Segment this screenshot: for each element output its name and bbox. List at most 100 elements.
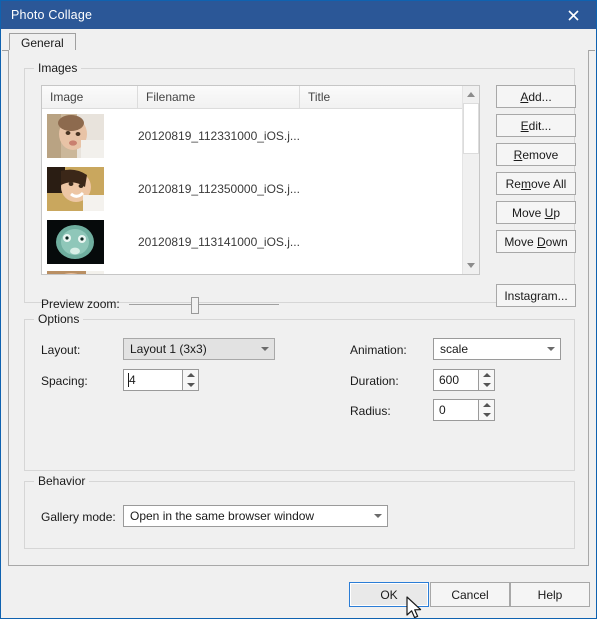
radius-stepper[interactable]: 0 bbox=[433, 399, 495, 421]
close-icon bbox=[567, 9, 579, 21]
help-button[interactable]: Help bbox=[510, 582, 590, 607]
scrollbar-thumb[interactable] bbox=[463, 103, 479, 154]
move-down-button-label: Move Down bbox=[504, 234, 568, 249]
gallery-mode-label: Gallery mode: bbox=[41, 510, 116, 524]
add-button-label: Add... bbox=[520, 89, 552, 104]
instagram-button[interactable]: Instagram... bbox=[496, 284, 576, 307]
help-button-label: Help bbox=[537, 587, 563, 602]
text-caret bbox=[128, 373, 129, 387]
radius-decrement-button[interactable] bbox=[479, 410, 494, 420]
add-button[interactable]: Add... bbox=[496, 85, 576, 108]
radius-increment-button[interactable] bbox=[479, 400, 494, 410]
spacing-spin-buttons[interactable] bbox=[182, 369, 199, 391]
row-thumbnail-cell bbox=[42, 219, 138, 264]
duration-increment-button[interactable] bbox=[479, 370, 494, 380]
gallery-mode-select[interactable]: Open in the same browser window bbox=[123, 505, 388, 527]
preview-zoom-slider[interactable] bbox=[129, 295, 279, 315]
images-group-title: Images bbox=[34, 61, 82, 75]
gallery-mode-select-value: Open in the same browser window bbox=[130, 509, 315, 523]
duration-stepper[interactable]: 600 bbox=[433, 369, 495, 391]
spin-down-arrow-icon bbox=[482, 383, 491, 387]
window-title: Photo Collage bbox=[11, 8, 93, 22]
spacing-label: Spacing: bbox=[41, 374, 88, 388]
animation-select-value: scale bbox=[440, 342, 469, 356]
duration-input[interactable]: 600 bbox=[433, 369, 478, 391]
column-header-title[interactable]: Title bbox=[300, 86, 479, 108]
scroll-down-button[interactable] bbox=[463, 257, 479, 274]
spin-up-arrow-icon bbox=[482, 373, 491, 377]
spin-down-arrow-icon bbox=[482, 413, 491, 417]
scroll-down-arrow-icon bbox=[467, 263, 475, 268]
animation-select[interactable]: scale bbox=[433, 338, 561, 360]
remove-all-button[interactable]: Remove All bbox=[496, 172, 576, 195]
row-thumbnail-cell bbox=[42, 113, 138, 158]
row-filename: 20120819_112350000_iOS.j... bbox=[138, 181, 300, 196]
tab-general-label: General bbox=[21, 35, 64, 50]
table-row[interactable]: 20120819_112350000_iOS.j... bbox=[42, 162, 479, 215]
spin-down-arrow-icon bbox=[186, 383, 195, 387]
radius-spin-buttons[interactable] bbox=[478, 399, 495, 421]
column-header-image[interactable]: Image bbox=[42, 86, 138, 108]
slider-track bbox=[129, 304, 279, 305]
remove-button-label: Remove bbox=[513, 147, 559, 162]
spacing-input[interactable]: 4 bbox=[123, 369, 182, 391]
layout-select[interactable]: Layout 1 (3x3) bbox=[123, 338, 275, 360]
titlebar: Photo Collage bbox=[1, 1, 596, 29]
chevron-down-icon bbox=[542, 347, 560, 351]
edit-button[interactable]: Edit... bbox=[496, 114, 576, 137]
row-thumbnail-cell bbox=[42, 271, 138, 274]
animation-label: Animation: bbox=[350, 343, 407, 357]
layout-select-value: Layout 1 (3x3) bbox=[130, 342, 207, 356]
duration-label: Duration: bbox=[350, 374, 399, 388]
scroll-up-arrow-icon bbox=[467, 92, 475, 97]
baby-portrait-thumbnail bbox=[47, 113, 104, 158]
radius-label: Radius: bbox=[350, 404, 391, 418]
scroll-up-button[interactable] bbox=[463, 86, 479, 103]
behavior-group-title: Behavior bbox=[34, 474, 90, 488]
ok-button-label: OK bbox=[380, 587, 398, 602]
move-up-button-label: Move Up bbox=[511, 205, 561, 220]
remove-button[interactable]: Remove bbox=[496, 143, 576, 166]
table-row[interactable] bbox=[42, 268, 479, 274]
cancel-button-label: Cancel bbox=[451, 587, 489, 602]
spacing-value: 4 bbox=[129, 373, 136, 387]
tab-page-general: Images Image Filename Title 20120819_112… bbox=[8, 50, 589, 566]
ok-button[interactable]: OK bbox=[349, 582, 429, 607]
child-smiling-thumbnail bbox=[47, 166, 104, 211]
duration-value: 600 bbox=[439, 373, 460, 387]
spacing-increment-button[interactable] bbox=[183, 370, 198, 380]
duration-spin-buttons[interactable] bbox=[478, 369, 495, 391]
table-row[interactable]: 20120819_112331000_iOS.j... bbox=[42, 109, 479, 162]
partial-child-thumbnail bbox=[47, 271, 104, 274]
scrollbar-track[interactable] bbox=[463, 103, 479, 257]
move-down-button[interactable]: Move Down bbox=[496, 230, 576, 253]
images-group: Images Image Filename Title 20120819_112… bbox=[24, 61, 576, 314]
instagram-button-label: Instagram... bbox=[504, 288, 568, 303]
photo-collage-dialog: Photo Collage General Images Image Filen… bbox=[0, 0, 597, 619]
column-header-filename[interactable]: Filename bbox=[138, 86, 300, 108]
cancel-button[interactable]: Cancel bbox=[430, 582, 510, 607]
duration-decrement-button[interactable] bbox=[479, 380, 494, 390]
chevron-down-icon bbox=[369, 514, 387, 518]
move-up-button[interactable]: Move Up bbox=[496, 201, 576, 224]
spin-up-arrow-icon bbox=[482, 403, 491, 407]
listview-header: Image Filename Title bbox=[42, 86, 479, 109]
listview-scrollbar[interactable] bbox=[462, 86, 479, 274]
spacing-decrement-button[interactable] bbox=[183, 380, 198, 390]
edit-button-label: Edit... bbox=[520, 118, 552, 133]
radius-value: 0 bbox=[439, 403, 446, 417]
preview-zoom-label: Preview zoom: bbox=[41, 297, 120, 311]
slider-thumb[interactable] bbox=[191, 297, 199, 314]
tab-general[interactable]: General bbox=[9, 33, 76, 51]
table-row[interactable]: 20120819_113141000_iOS.j... bbox=[42, 215, 479, 268]
row-thumbnail-cell bbox=[42, 166, 138, 211]
close-button[interactable] bbox=[550, 1, 596, 29]
listview-body: 20120819_112331000_iOS.j... 20120819_112… bbox=[42, 109, 479, 274]
chevron-down-icon bbox=[256, 347, 274, 351]
options-group-title: Options bbox=[34, 312, 84, 326]
tab-strip: General bbox=[2, 29, 595, 51]
spacing-stepper[interactable]: 4 bbox=[123, 369, 199, 391]
radius-input[interactable]: 0 bbox=[433, 399, 478, 421]
images-listview[interactable]: Image Filename Title 20120819_112331000_… bbox=[41, 85, 480, 275]
behavior-group: Behavior Gallery mode: Open in the same … bbox=[24, 474, 575, 549]
